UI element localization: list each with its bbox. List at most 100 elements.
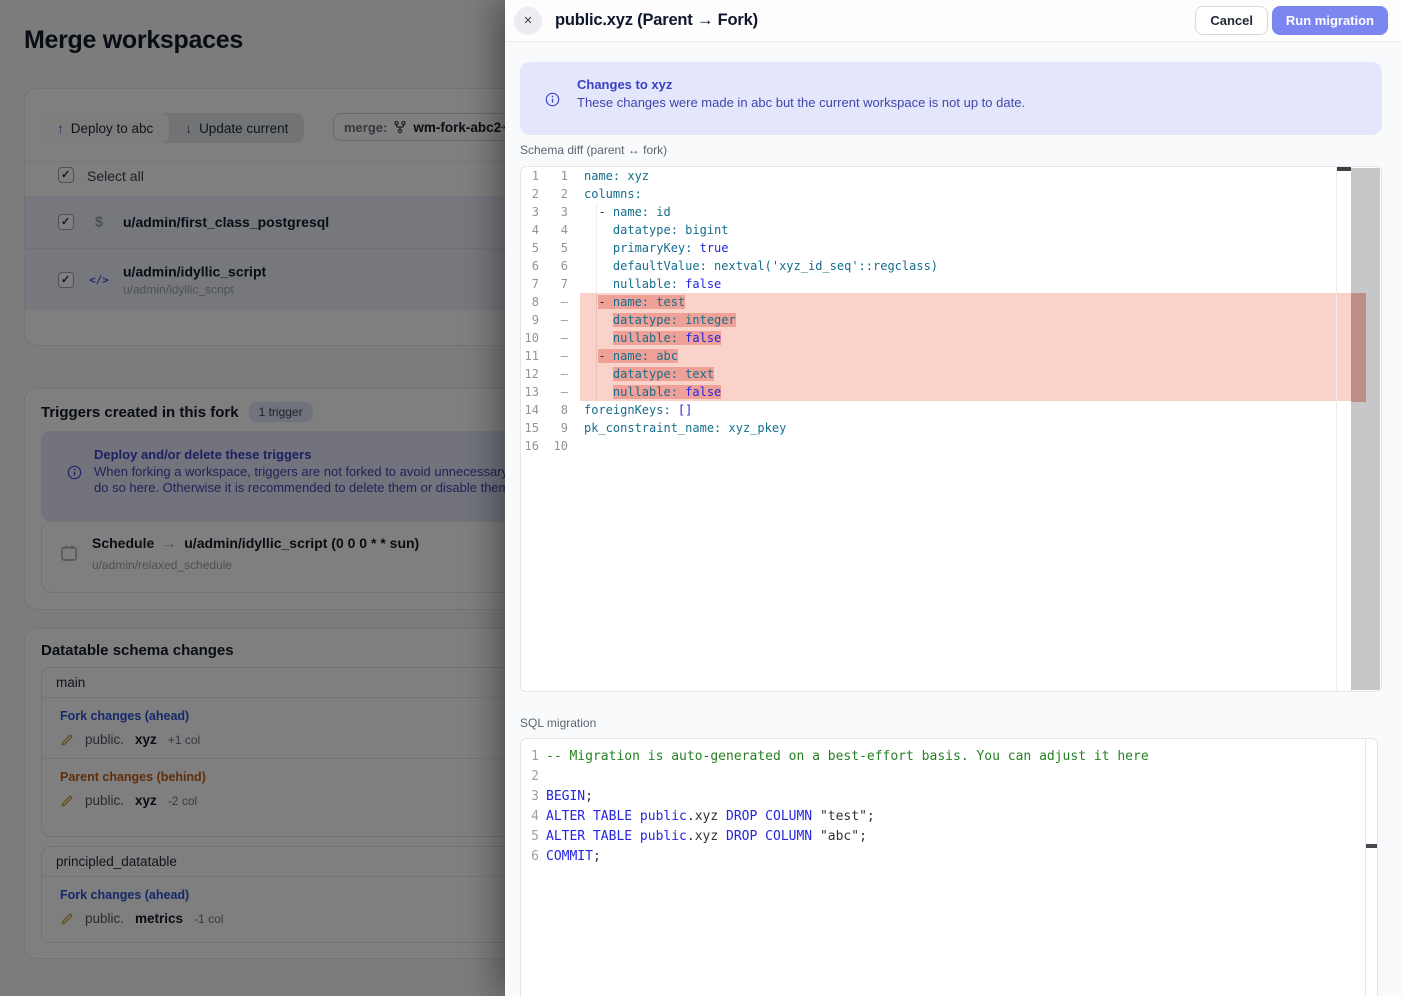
diff-line-content xyxy=(580,437,1351,455)
diff-line: 22columns: xyxy=(521,185,1351,203)
original-line-number: 8 xyxy=(521,293,539,311)
diff-line-content: foreignKeys: [] xyxy=(580,401,1351,419)
code-token: - xyxy=(598,349,612,363)
sql-migration-label: SQL migration xyxy=(520,716,596,730)
code-token: primaryKey: xyxy=(613,241,700,255)
run-migration-button[interactable]: Run migration xyxy=(1272,6,1388,35)
diff-scrollbar[interactable] xyxy=(1351,168,1380,690)
editor-content-edge xyxy=(1365,739,1366,996)
sql-code: 1 -- Migration is auto-generated on a bes… xyxy=(521,747,1363,867)
diff-line: 11 name: xyz xyxy=(521,167,1351,185)
modified-line-number: 10 xyxy=(539,437,568,455)
sql-line-content: ALTER TABLE public.xyz DROP COLUMN "abc"… xyxy=(546,827,867,847)
code-token: name: xyz xyxy=(584,169,649,183)
original-line-number: 10 xyxy=(521,329,539,347)
code-token: datatype: text xyxy=(613,367,714,381)
diff-line-content: datatype: text xyxy=(580,365,1351,383)
banner-body: These changes were made in abc but the c… xyxy=(577,95,1025,110)
diff-line: 44 datatype: bigint xyxy=(521,221,1351,239)
indent-guide xyxy=(596,203,597,401)
code-token xyxy=(584,313,613,327)
diff-line-content: nullable: false xyxy=(580,329,1351,347)
editor-content-edge xyxy=(1336,167,1337,691)
modified-line-number: 3 xyxy=(539,203,568,221)
code-token: columns: xyxy=(584,187,642,201)
diff-line: 66 defaultValue: nextval('xyz_id_seq'::r… xyxy=(521,257,1351,275)
code-token: datatype: integer xyxy=(613,313,736,327)
drawer-header: × public.xyz (Parent → Fork) Cancel Run … xyxy=(505,0,1402,42)
line-number: 4 xyxy=(521,807,539,827)
code-token xyxy=(584,385,613,399)
close-button[interactable]: × xyxy=(514,7,542,35)
original-line-number: 1 xyxy=(521,167,539,185)
diff-code: 11name: xyz22columns:33 - name: id44 dat… xyxy=(521,167,1351,455)
diff-line-content: primaryKey: true xyxy=(580,239,1351,257)
original-line-number: 13 xyxy=(521,383,539,401)
modified-line-number: – xyxy=(539,383,568,401)
code-token xyxy=(584,259,613,273)
code-token: COMMIT xyxy=(546,849,593,864)
code-token: .xyz xyxy=(687,809,726,824)
modified-line-number: – xyxy=(539,365,568,383)
code-token: false xyxy=(685,331,721,345)
diff-line: 9– datatype: integer xyxy=(521,311,1351,329)
line-number: 3 xyxy=(521,787,539,807)
line-number: 1 xyxy=(521,747,539,767)
close-icon: × xyxy=(524,12,533,29)
code-token: name: test xyxy=(613,295,685,309)
changes-banner: Changes to xyz These changes were made i… xyxy=(520,62,1382,135)
original-line-number: 5 xyxy=(521,239,539,257)
diff-line-content: nullable: false xyxy=(580,275,1351,293)
code-token xyxy=(584,277,613,291)
modified-line-number: 9 xyxy=(539,419,568,437)
code-token: ALTER TABLE public xyxy=(546,829,687,844)
diff-line: 148foreignKeys: [] xyxy=(521,401,1351,419)
original-line-number: 15 xyxy=(521,419,539,437)
diff-line: 77 nullable: false xyxy=(521,275,1351,293)
code-token xyxy=(584,331,613,345)
diff-line-content: columns: xyxy=(580,185,1351,203)
screen: Merge workspaces ↑ Deploy to abc ↓ Updat… xyxy=(0,0,1402,996)
code-token: DROP COLUMN xyxy=(726,829,820,844)
code-token: name: id xyxy=(613,205,671,219)
code-token: false xyxy=(685,385,721,399)
sql-line: 2 xyxy=(521,767,1363,787)
sql-line: 1 -- Migration is auto-generated on a bes… xyxy=(521,747,1363,767)
original-line-number: 4 xyxy=(521,221,539,239)
code-token: name: abc xyxy=(613,349,678,363)
modified-line-number: 7 xyxy=(539,275,568,293)
diff-line-content: defaultValue: nextval('xyz_id_seq'::regc… xyxy=(580,257,1351,275)
sql-line: 3BEGIN; xyxy=(521,787,1363,807)
diff-line-content: - name: abc xyxy=(580,347,1351,365)
code-token: foreignKeys: xyxy=(584,403,678,417)
diff-line: 1610 xyxy=(521,437,1351,455)
code-token: - xyxy=(584,205,613,219)
code-token: ALTER TABLE public xyxy=(546,809,687,824)
diff-line: 10– nullable: false xyxy=(521,329,1351,347)
cancel-button[interactable]: Cancel xyxy=(1195,6,1268,35)
sql-line-content: -- Migration is auto-generated on a best… xyxy=(546,747,1149,767)
code-token: nullable: xyxy=(613,331,685,345)
schema-diff-editor[interactable]: 11name: xyz22columns:33 - name: id44 dat… xyxy=(520,166,1382,692)
modified-line-number: 2 xyxy=(539,185,568,203)
modified-line-number: 1 xyxy=(539,167,568,185)
modified-line-number: 8 xyxy=(539,401,568,419)
code-token: -- Migration is auto-generated on a best… xyxy=(546,749,1149,764)
sql-migration-editor[interactable]: 1 -- Migration is auto-generated on a bes… xyxy=(520,738,1378,996)
original-line-number: 9 xyxy=(521,311,539,329)
code-token: BEGIN xyxy=(546,789,585,804)
diff-line: 11– - name: abc xyxy=(521,347,1351,365)
diff-line-content: datatype: bigint xyxy=(580,221,1351,239)
diff-line-content: name: xyz xyxy=(580,167,1351,185)
modified-line-number: – xyxy=(539,347,568,365)
diff-line: 13– nullable: false xyxy=(521,383,1351,401)
modified-line-number: – xyxy=(539,293,568,311)
code-token: true xyxy=(700,241,729,255)
original-line-number: 12 xyxy=(521,365,539,383)
migration-drawer: × public.xyz (Parent → Fork) Cancel Run … xyxy=(505,0,1402,996)
code-token: [] xyxy=(678,403,692,417)
modified-line-number: 6 xyxy=(539,257,568,275)
code-token xyxy=(584,241,613,255)
original-line-number: 3 xyxy=(521,203,539,221)
deleted-region-marker xyxy=(1351,293,1366,402)
